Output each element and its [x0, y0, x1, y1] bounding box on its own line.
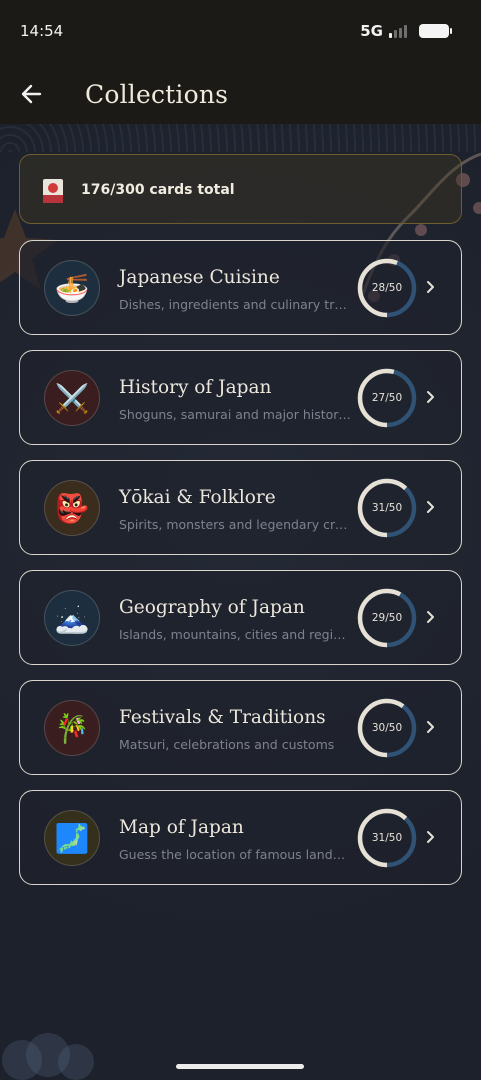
collection-card[interactable]: 🍜 Japanese Cuisine Dishes, ingredients and…: [19, 240, 462, 335]
progress-label: 31/50: [371, 502, 403, 514]
collection-title: Yōkai & Folklore: [119, 487, 276, 508]
chevron-right-icon: [427, 391, 434, 403]
home-indicator[interactable]: [176, 1064, 304, 1069]
ramen-bowl-icon: 🍜: [44, 260, 100, 316]
cloud-decoration-icon: [2, 1033, 94, 1080]
collection-icon-glyph: 🗾: [54, 821, 90, 855]
collection-card[interactable]: 🗻 Geography of Japan Islands, mountains, c…: [19, 570, 462, 665]
collection-icon-glyph: 🎋: [54, 711, 90, 745]
progress-label: 27/50: [371, 392, 403, 404]
collection-title: Map of Japan: [119, 817, 244, 838]
chevron-right-icon: [427, 501, 434, 513]
tanabata-tree-icon: 🎋: [44, 700, 100, 756]
collection-card[interactable]: 👺 Yōkai & Folklore Spirits, monsters and l…: [19, 460, 462, 555]
collection-subtitle: Islands, mountains, cities and regions: [119, 627, 351, 642]
total-cards-summary: 176/300 cards total: [19, 154, 462, 224]
battery-icon: [419, 24, 452, 38]
progress-label: 28/50: [371, 282, 403, 294]
japan-map-icon: 🗾: [44, 810, 100, 866]
collection-icon-glyph: 👺: [54, 491, 90, 525]
status-bar: 14:54 5G: [0, 0, 481, 64]
chevron-right-icon: [427, 611, 434, 623]
total-cards-text: 176/300 cards total: [81, 182, 235, 198]
collection-subtitle: Matsuri, celebrations and customs: [119, 737, 335, 752]
oni-mask-icon: 👺: [44, 480, 100, 536]
collection-subtitle: Guess the location of famous landmarks: [119, 847, 351, 862]
collection-icon-glyph: ⚔️: [54, 381, 90, 415]
chevron-right-icon: [427, 831, 434, 843]
progress-label: 30/50: [371, 722, 403, 734]
chevron-right-icon: [427, 281, 434, 293]
collection-icon-glyph: 🗻: [54, 601, 90, 635]
progress-label: 29/50: [371, 612, 403, 624]
hanafuda-card-icon: [43, 179, 63, 203]
collection-subtitle: Spirits, monsters and legendary creature…: [119, 517, 351, 532]
collection-card[interactable]: 🎋 Festivals & Traditions Matsuri, celebrat…: [19, 680, 462, 775]
collection-title: Japanese Cuisine: [119, 267, 280, 288]
mount-fuji-icon: 🗻: [44, 590, 100, 646]
chevron-right-icon: [427, 721, 434, 733]
collection-card[interactable]: ⚔️ History of Japan Shoguns, samurai and m…: [19, 350, 462, 445]
signal-strength-icon: [389, 24, 407, 38]
back-button[interactable]: [18, 82, 46, 106]
collection-title: History of Japan: [119, 377, 272, 398]
network-type-label: 5G: [360, 22, 383, 40]
collection-title: Geography of Japan: [119, 597, 305, 618]
collection-card[interactable]: 🗾 Map of Japan Guess the location of famou…: [19, 790, 462, 885]
status-time: 14:54: [20, 22, 64, 40]
app-bar: Collections: [0, 64, 481, 124]
collection-subtitle: Shoguns, samurai and major historical ev…: [119, 407, 351, 422]
crossed-swords-icon: ⚔️: [44, 370, 100, 426]
status-indicators: 5G: [360, 22, 452, 40]
arrow-left-icon: [21, 84, 42, 104]
progress-label: 31/50: [371, 832, 403, 844]
collection-title: Festivals & Traditions: [119, 707, 326, 728]
collection-icon-glyph: 🍜: [54, 271, 90, 305]
collection-subtitle: Dishes, ingredients and culinary traditi…: [119, 297, 351, 312]
page-title: Collections: [85, 80, 229, 109]
